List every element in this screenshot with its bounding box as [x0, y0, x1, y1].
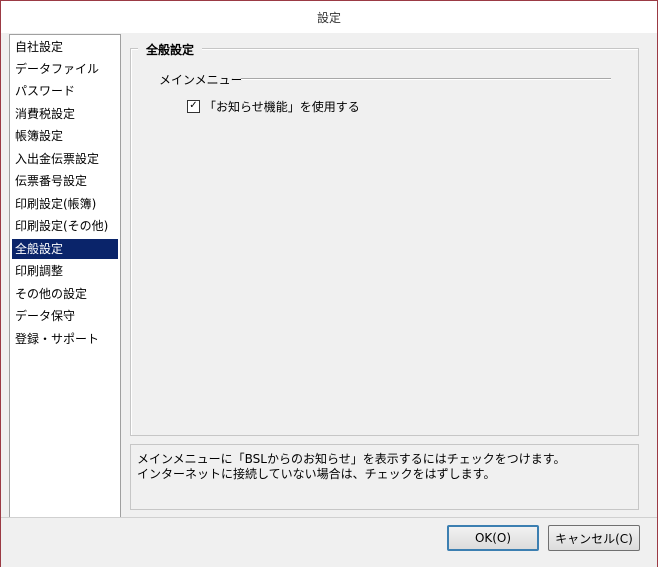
sidebar-item-print-ledger[interactable]: 印刷設定(帳簿) — [12, 194, 118, 214]
group-divider — [241, 78, 611, 80]
sidebar-item-voucher[interactable]: 入出金伝票設定 — [12, 149, 118, 169]
sidebar-item-print-other[interactable]: 印刷設定(その他) — [12, 216, 118, 236]
ok-button-label: OK(O) — [474, 531, 512, 545]
ok-button[interactable]: OK(O) — [447, 525, 539, 551]
cancel-button-label: キャンセル(C) — [555, 532, 633, 546]
sidebar-item-print-adjust[interactable]: 印刷調整 — [12, 261, 118, 281]
sidebar-item-registration-support[interactable]: 登録・サポート — [12, 329, 118, 349]
description-box: メインメニューに「BSLからのお知らせ」を表示するにはチェックをつけます。 イン… — [130, 444, 639, 510]
main-menu-group-label: メインメニュー — [159, 73, 243, 87]
sidebar-item-company[interactable]: 自社設定 — [12, 37, 118, 57]
notification-checkbox[interactable]: ✓ — [187, 99, 200, 113]
sidebar-item-data-file[interactable]: データファイル — [12, 59, 118, 79]
sidebar-item-voucher-number[interactable]: 伝票番号設定 — [12, 171, 118, 191]
window-title: 設定 — [316, 11, 341, 25]
description-line-2: インターネットに接続していない場合は、チェックをはずします。 — [137, 467, 496, 481]
sidebar-item-data-maintenance[interactable]: データ保守 — [12, 306, 118, 326]
notification-checkbox-label[interactable]: 「お知らせ機能」を使用する — [204, 98, 360, 115]
sidebar-item-ledger[interactable]: 帳簿設定 — [12, 126, 118, 146]
sidebar-item-consumption-tax[interactable]: 消費税設定 — [12, 104, 118, 124]
settings-category-list[interactable]: 自社設定 データファイル パスワード 消費税設定 帳簿設定 入出金伝票設定 伝票… — [9, 34, 121, 518]
sidebar-item-password[interactable]: パスワード — [12, 81, 118, 101]
sidebar-item-general[interactable]: 全般設定 — [12, 239, 118, 259]
title-bar[interactable]: 設定 — [1, 1, 657, 33]
notification-checkbox-row[interactable]: ✓ 「お知らせ機能」を使用する — [187, 98, 360, 114]
sidebar-item-other-settings[interactable]: その他の設定 — [12, 284, 118, 304]
cancel-button[interactable]: キャンセル(C) — [548, 525, 640, 551]
panel-title: 全般設定 — [138, 41, 203, 58]
checkmark-icon: ✓ — [189, 100, 198, 111]
settings-dialog: 設定 自社設定 データファイル パスワード 消費税設定 帳簿設定 入出金伝票設定… — [0, 0, 658, 567]
